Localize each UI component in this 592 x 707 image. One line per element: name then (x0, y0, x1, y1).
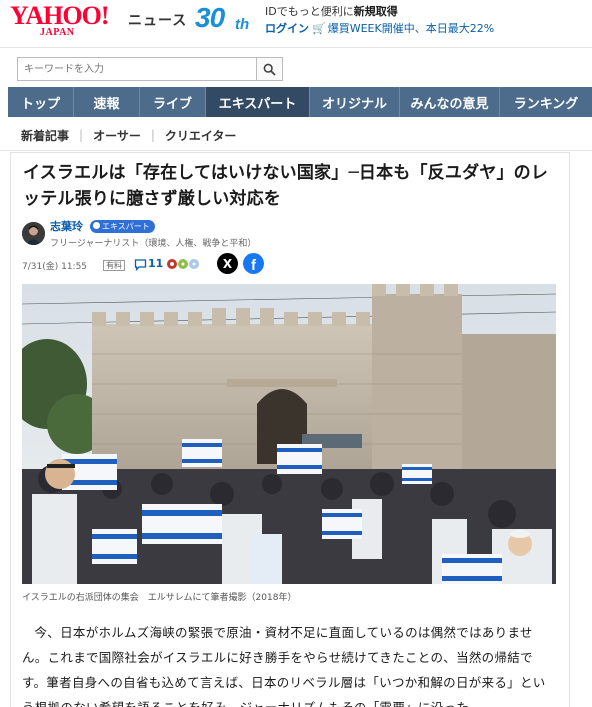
expert-badge: エキスパート (90, 220, 155, 233)
header-account-area: IDでもっと便利に新規取得 ログイン 🛒 爆買WEEK開催中、本日最大22% (265, 3, 494, 37)
nav-ranking[interactable]: ランキング (500, 87, 592, 117)
article-date: 7/31(金) 11:55 (22, 262, 88, 272)
share-facebook-button[interactable]: f (243, 253, 264, 274)
author-description: フリージャーナリスト（環境、人権、戦争と平和） (50, 239, 257, 249)
nav-expert[interactable]: エキスパート (206, 87, 310, 117)
anniversary-badge[interactable]: 30 th (195, 2, 259, 37)
photo-caption: イスラエルの右派団体の集会 エルサレムにて筆者撮影（2018年） (22, 593, 297, 603)
share-x-button[interactable]: X (217, 253, 238, 274)
nav-live[interactable]: ライブ (140, 87, 206, 117)
article-title: イスラエルは「存在してはいけない国家」─日本も「反ユダヤ」のレッテル張りに臆さず… (23, 163, 549, 209)
main-nav: トップ 速報 ライブ エキスパート オリジナル みんなの意見 ランキング (8, 87, 592, 117)
subnav-authors[interactable]: オーサー (93, 127, 141, 144)
logo-text: YAHOO! (10, 1, 110, 30)
search-icon (263, 63, 276, 76)
subnav-separator: | (150, 128, 155, 142)
comment-count[interactable]: 11 (148, 257, 163, 270)
site-header: YAHOO! JAPAN ニュース 30 th IDでもっと便利に新規取得 ログ… (0, 0, 592, 48)
yahoo-japan-logo[interactable]: YAHOO! JAPAN (10, 1, 128, 39)
subnav-latest[interactable]: 新着記事 (21, 127, 69, 144)
search-input[interactable] (17, 57, 257, 81)
promo-link[interactable]: 爆買WEEK開催中、本日最大22% (328, 22, 494, 35)
search-button[interactable] (256, 57, 283, 81)
comment-icon[interactable] (134, 258, 147, 271)
nav-breaking[interactable]: 速報 (74, 87, 140, 117)
login-link[interactable]: ログイン (265, 22, 309, 35)
article-photo[interactable] (22, 284, 556, 584)
subnav-separator: | (79, 128, 84, 142)
sub-nav: 新着記事 | オーサー | クリエイター (21, 124, 236, 146)
promo-id-text: IDでもっと便利に (265, 5, 354, 18)
author-name[interactable]: 志葉玲 (50, 218, 83, 234)
nav-original[interactable]: オリジナル (310, 87, 400, 117)
logo-sub: JAPAN (40, 27, 75, 38)
subnav-creators[interactable]: クリエイター (165, 127, 237, 144)
divider (0, 150, 592, 151)
anniversary-number: 30 (195, 2, 225, 33)
service-name[interactable]: ニュース (128, 10, 187, 30)
cart-icon: 🛒 (312, 22, 326, 35)
anniversary-suffix: th (235, 16, 250, 33)
signup-link[interactable]: 新規取得 (354, 5, 398, 18)
reaction-icons[interactable] (165, 257, 205, 271)
nav-opinions[interactable]: みんなの意見 (400, 87, 500, 117)
author-avatar[interactable] (22, 222, 45, 245)
paid-tag: 有料 (103, 260, 125, 271)
article-body: 今、日本がホルムズ海峡の緊張で原油・資材不足に直面しているのは偶然ではありません… (22, 625, 546, 707)
search-bar (0, 48, 592, 86)
nav-top[interactable]: トップ (8, 87, 74, 117)
